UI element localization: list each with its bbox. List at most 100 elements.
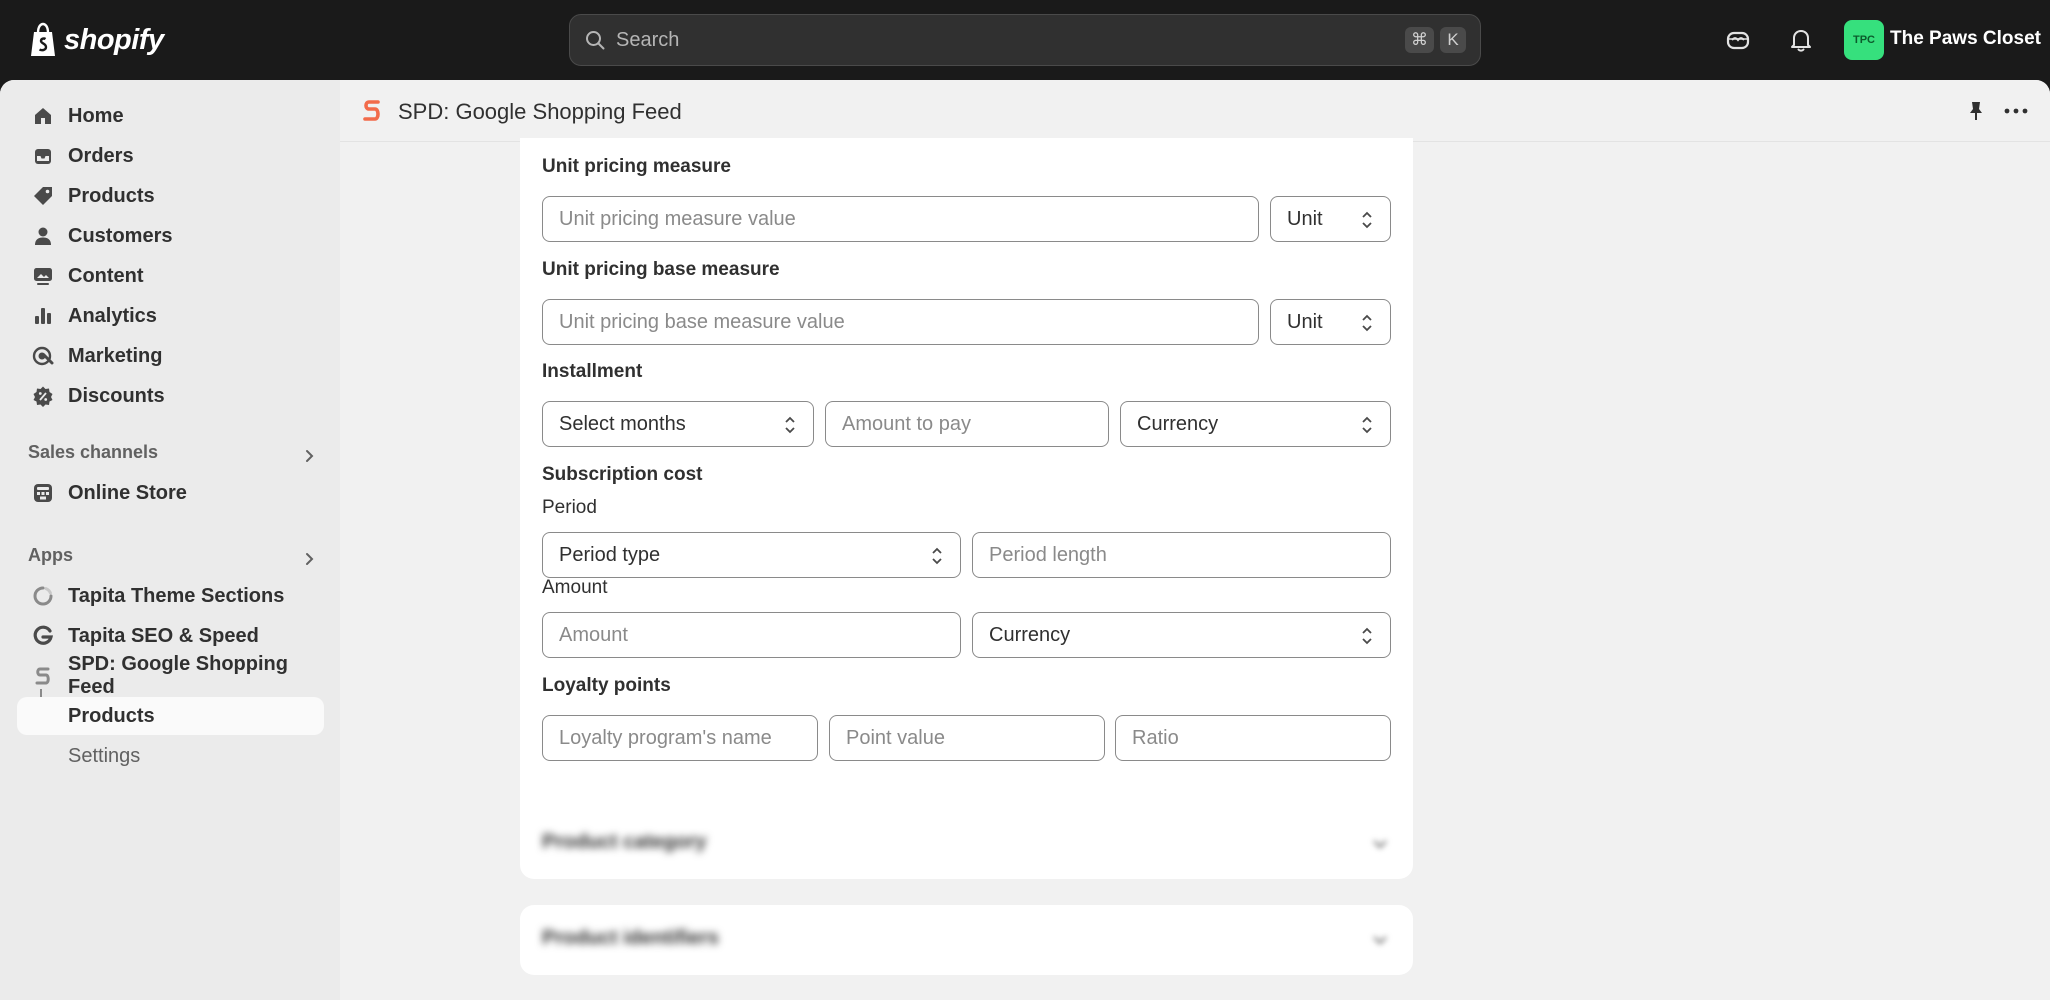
- sidebar-item-tapita-seo[interactable]: Tapita SEO & Speed: [17, 617, 324, 655]
- sidebar-item-label: Products: [68, 704, 155, 727]
- unit-pricing-base-measure-input[interactable]: [559, 310, 1242, 334]
- subscription-amount-input[interactable]: [559, 623, 944, 647]
- installment-label: Installment: [542, 361, 643, 382]
- sidebar-item-orders[interactable]: Orders: [17, 137, 324, 175]
- pin-icon[interactable]: [1962, 97, 1990, 125]
- sidebar-item-customers[interactable]: Customers: [17, 217, 324, 255]
- select-arrows-icon: [785, 416, 795, 434]
- attributes-card: Unit pricing measure Unit Unit pricing b…: [520, 138, 1413, 863]
- search-bar[interactable]: ⌘ K: [569, 14, 1481, 66]
- inbox-icon: [31, 144, 55, 168]
- sidebar-subitem-settings[interactable]: Settings: [17, 737, 324, 775]
- shopify-bag-icon: [31, 22, 55, 56]
- sidebar: Home Orders Products Customers Content A…: [0, 80, 340, 1000]
- chevron-right-icon[interactable]: [300, 446, 320, 466]
- tapita-sections-icon: [31, 584, 55, 608]
- subscription-amount-field[interactable]: [542, 612, 961, 658]
- search-icon: [586, 31, 605, 50]
- store-avatar[interactable]: TPC: [1844, 20, 1884, 60]
- select-value: Currency: [1137, 412, 1219, 435]
- bell-icon: [1791, 30, 1811, 52]
- sidebar-item-content[interactable]: Content: [17, 257, 324, 295]
- sidebar-item-label: SPD: Google Shopping Feed: [68, 653, 288, 698]
- installment-amount-input[interactable]: [842, 412, 1092, 436]
- select-value: Period type: [559, 543, 661, 566]
- select-value: Unit: [1287, 310, 1323, 333]
- admin-shell: Home Orders Products Customers Content A…: [0, 80, 2050, 1000]
- unit-pricing-base-measure-field[interactable]: [542, 299, 1259, 345]
- subscription-currency-select[interactable]: Currency: [972, 612, 1391, 658]
- unit-pricing-measure-unit-select[interactable]: Unit: [1270, 196, 1391, 242]
- shortcut-cmd-key: ⌘: [1405, 27, 1434, 53]
- bar-chart-icon: [31, 304, 55, 328]
- sidebar-item-discounts[interactable]: Discounts: [17, 377, 324, 415]
- apps-heading[interactable]: Apps: [28, 545, 73, 566]
- unit-pricing-base-measure-label: Unit pricing base measure: [542, 259, 780, 280]
- point-value-input[interactable]: [846, 726, 1088, 750]
- sidebar-item-tapita-theme-sections[interactable]: Tapita Theme Sections: [17, 577, 324, 615]
- unit-pricing-measure-input[interactable]: [559, 207, 1242, 231]
- search-input[interactable]: [616, 28, 1399, 52]
- sidebar-item-spd-google-shopping-feed[interactable]: SPD: Google Shopping Feed: [17, 653, 324, 698]
- subscription-cost-label: Subscription cost: [542, 464, 703, 485]
- unit-pricing-base-measure-unit-select[interactable]: Unit: [1270, 299, 1391, 345]
- sidebar-item-marketing[interactable]: Marketing: [17, 337, 324, 375]
- installment-amount-field[interactable]: [825, 401, 1109, 447]
- home-icon: [31, 104, 55, 128]
- more-actions-icon[interactable]: [2000, 97, 2032, 125]
- sidebar-item-label: Settings: [68, 744, 141, 767]
- select-arrows-icon: [1362, 416, 1372, 434]
- select-arrows-icon: [1362, 211, 1372, 229]
- target-icon: [31, 344, 55, 368]
- sidekick-button[interactable]: [1722, 24, 1754, 56]
- installment-currency-select[interactable]: Currency: [1120, 401, 1391, 447]
- unit-pricing-measure-field[interactable]: [542, 196, 1259, 242]
- store-name[interactable]: The Paws Closet: [1890, 28, 2041, 50]
- period-length-field[interactable]: [972, 532, 1391, 578]
- loyalty-program-field[interactable]: [542, 715, 818, 761]
- period-length-input[interactable]: [989, 543, 1374, 567]
- section-title: Product category: [542, 831, 707, 853]
- select-arrows-icon: [1362, 627, 1372, 645]
- sidebar-item-home[interactable]: Home: [17, 97, 324, 135]
- image-icon: [31, 264, 55, 288]
- product-identifiers-section[interactable]: Product identifiers: [520, 905, 1413, 975]
- sidebar-item-online-store[interactable]: Online Store: [17, 474, 324, 512]
- point-value-field[interactable]: [829, 715, 1105, 761]
- sidebar-item-label: Marketing: [68, 344, 163, 367]
- brand-name: shopify: [64, 23, 164, 56]
- sidebar-item-label: Content: [68, 264, 144, 287]
- store-icon: [31, 481, 55, 505]
- ratio-input[interactable]: [1132, 726, 1374, 750]
- sidebar-item-label: Customers: [68, 224, 173, 247]
- period-type-select[interactable]: Period type: [542, 532, 961, 578]
- installment-months-select[interactable]: Select months: [542, 401, 814, 447]
- select-value: Select months: [559, 412, 686, 435]
- sales-channels-heading[interactable]: Sales channels: [28, 442, 158, 463]
- ratio-field[interactable]: [1115, 715, 1391, 761]
- discount-icon: [31, 384, 55, 408]
- shortcut-k-key: K: [1440, 27, 1466, 53]
- chevron-down-icon: [1373, 840, 1387, 849]
- select-arrows-icon: [932, 547, 942, 565]
- spd-app-logo-icon: [363, 100, 380, 121]
- period-label: Period: [542, 497, 597, 518]
- page-title: SPD: Google Shopping Feed: [398, 99, 682, 124]
- sidebar-subitem-products[interactable]: Products: [17, 697, 324, 735]
- spd-icon: [31, 664, 55, 688]
- sidebar-item-label: Tapita SEO & Speed: [68, 624, 259, 647]
- select-arrows-icon: [1362, 314, 1372, 332]
- shopify-logo[interactable]: shopify: [28, 20, 164, 60]
- product-category-section[interactable]: Product category: [520, 809, 1413, 879]
- sidebar-item-label: Products: [68, 184, 155, 207]
- select-value: Currency: [989, 623, 1071, 646]
- sidebar-item-analytics[interactable]: Analytics: [17, 297, 324, 335]
- sidebar-item-label: Analytics: [68, 304, 157, 327]
- loyalty-program-input[interactable]: [559, 726, 801, 750]
- chevron-right-icon[interactable]: [300, 549, 320, 569]
- sidebar-item-products[interactable]: Products: [17, 177, 324, 215]
- notifications-button[interactable]: [1785, 24, 1817, 56]
- loyalty-points-label: Loyalty points: [542, 675, 671, 696]
- sidebar-item-label: Tapita Theme Sections: [68, 584, 285, 607]
- sidebar-item-label: Discounts: [68, 384, 165, 407]
